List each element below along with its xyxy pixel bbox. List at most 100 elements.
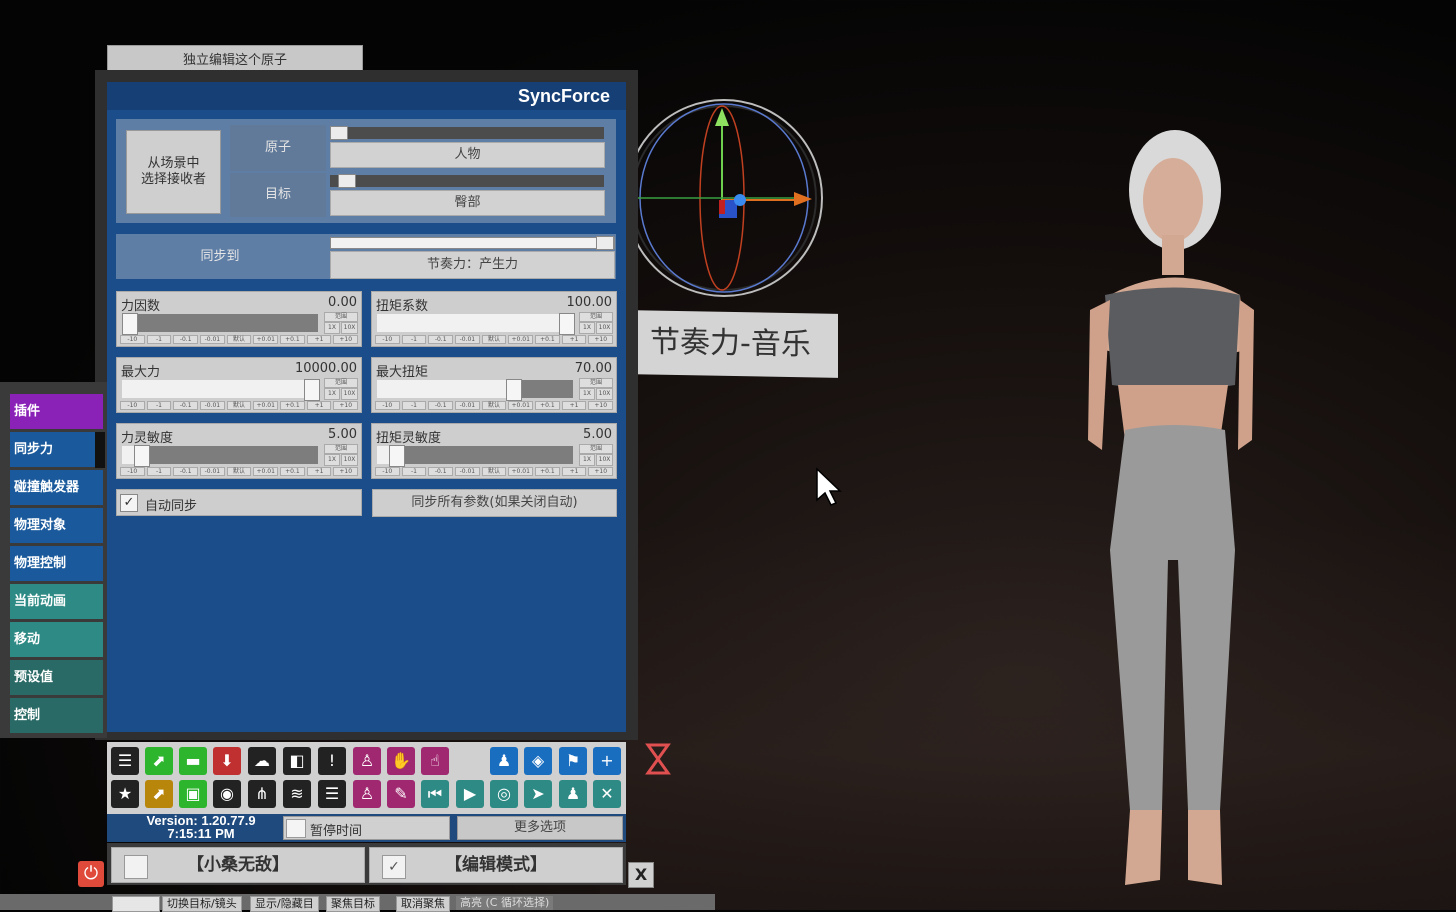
param-knob[interactable] [122, 313, 138, 335]
edit-mode-checkbox[interactable]: ✓ [382, 855, 406, 879]
sync-to-slider[interactable] [330, 236, 615, 250]
range-10x-button[interactable]: 10X [341, 388, 358, 400]
step-button[interactable]: -10 [375, 401, 400, 410]
sidebar-item-6[interactable]: 当前动画 [10, 584, 103, 619]
step-button[interactable]: -10 [375, 335, 400, 344]
step-button[interactable]: -0.01 [455, 401, 480, 410]
range-1x-button[interactable]: 1X [324, 388, 340, 400]
person-icon[interactable]: ♟ [490, 747, 518, 775]
target-icon[interactable]: ◎ [490, 780, 518, 808]
sidebar-item-1[interactable]: 插件 [10, 394, 103, 429]
step-button[interactable]: -0.01 [200, 335, 225, 344]
pause-time-toggle[interactable]: 暂停时间 [283, 816, 450, 840]
auto-sync-checkbox[interactable]: ✓ [120, 494, 138, 512]
param-track[interactable] [377, 445, 573, 467]
step-button[interactable]: -1 [146, 467, 172, 476]
range-1x-button[interactable]: 1X [579, 322, 595, 334]
param-track[interactable] [122, 445, 318, 467]
play-icon[interactable]: ▶ [456, 780, 484, 808]
step-button[interactable]: -0.1 [173, 401, 199, 410]
step-button[interactable]: +10 [588, 467, 614, 476]
step-button[interactable]: +0.1 [535, 335, 560, 344]
step-button[interactable]: -10 [120, 467, 145, 476]
sync-to-select[interactable]: 节奏力：产生力 [330, 251, 615, 279]
step-button[interactable]: -1 [401, 401, 427, 410]
god-mode-checkbox[interactable] [124, 855, 148, 879]
step-button[interactable]: -1 [146, 335, 172, 344]
add-folder-icon[interactable]: ▣ [179, 780, 207, 808]
step-button[interactable]: +0.1 [535, 467, 560, 476]
step-button[interactable]: +1 [306, 467, 332, 476]
skip-back-icon[interactable]: ⏮ [421, 780, 449, 808]
open-scene-icon[interactable]: ⬈ [145, 747, 173, 775]
step-button[interactable]: +0.01 [253, 401, 279, 410]
flag-icon[interactable]: ⚑ [559, 747, 587, 775]
atom-slider[interactable] [330, 126, 604, 140]
sidebar-item-5[interactable]: 物理控制 [10, 546, 103, 581]
power-icon[interactable]: ⏻ [78, 861, 104, 887]
step-button[interactable]: +1 [306, 401, 332, 410]
range-1x-button[interactable]: 1X [324, 322, 340, 334]
folder-icon[interactable]: ▬ [179, 747, 207, 775]
alert-icon[interactable]: ! [318, 747, 346, 775]
step-button[interactable]: +0.01 [253, 467, 279, 476]
sync-all-button[interactable]: 同步所有参数(如果关闭自动) [372, 489, 617, 517]
step-button[interactable]: 默认 [226, 401, 252, 410]
add-person-icon[interactable]: ♙ [353, 747, 381, 775]
step-button[interactable]: +0.01 [508, 335, 534, 344]
edit-mode-toggle[interactable]: ✓ 【编辑模式】 [369, 847, 623, 883]
auto-sync-toggle[interactable]: ✓ 自动同步 [116, 489, 362, 516]
tools-icon[interactable]: ✕ [593, 780, 621, 808]
param-knob[interactable] [388, 445, 405, 467]
remove-person-icon[interactable]: ♙ [353, 780, 381, 808]
param-knob[interactable] [506, 379, 523, 401]
range-1x-button[interactable]: 1X [324, 454, 340, 466]
step-button[interactable]: 默认 [226, 467, 252, 476]
sidebar-item-4[interactable]: 物理对象 [10, 508, 103, 543]
box-icon[interactable]: ◧ [283, 747, 311, 775]
plus-icon[interactable]: + [593, 747, 621, 775]
hand-icon[interactable]: ✋ [387, 747, 415, 775]
range-10x-button[interactable]: 10X [341, 454, 358, 466]
people-icon[interactable]: ♟ [559, 780, 587, 808]
range-10x-button[interactable]: 10X [596, 388, 613, 400]
step-button[interactable]: 默认 [481, 335, 507, 344]
target-slider[interactable] [330, 174, 604, 188]
layers-icon[interactable]: ≋ [283, 780, 311, 808]
range-1x-button[interactable]: 1X [579, 388, 595, 400]
step-button[interactable]: -0.01 [455, 335, 480, 344]
step-button[interactable]: +1 [561, 401, 587, 410]
pick-receiver-button[interactable]: 从场景中 选择接收者 [126, 130, 221, 214]
unity-icon[interactable]: ◈ [524, 747, 552, 775]
camera-icon[interactable]: ◉ [213, 780, 241, 808]
target-select[interactable]: 臀部 [330, 190, 605, 216]
step-button[interactable]: -0.01 [200, 467, 225, 476]
range-10x-button[interactable]: 10X [341, 322, 358, 334]
step-button[interactable]: -0.01 [455, 467, 480, 476]
atom-slider-knob[interactable] [330, 126, 348, 140]
step-button[interactable]: -0.1 [173, 467, 199, 476]
step-button[interactable]: +10 [588, 401, 614, 410]
sync-to-slider-knob[interactable] [596, 236, 614, 250]
step-button[interactable]: -1 [401, 467, 427, 476]
load-icon[interactable]: ⬈ [145, 780, 173, 808]
step-button[interactable]: +1 [561, 335, 587, 344]
param-track[interactable] [122, 379, 320, 401]
step-button[interactable]: -0.1 [428, 467, 454, 476]
pause-time-checkbox[interactable] [286, 819, 306, 838]
step-button[interactable]: +0.1 [280, 467, 305, 476]
param-knob[interactable] [133, 445, 150, 467]
param-track[interactable] [122, 313, 318, 335]
param-knob[interactable] [304, 379, 320, 401]
step-button[interactable]: -0.01 [200, 401, 225, 410]
step-button[interactable]: +0.01 [508, 401, 534, 410]
step-button[interactable]: -1 [146, 401, 172, 410]
god-mode-toggle[interactable]: 【小桑无敌】 [111, 847, 365, 883]
step-button[interactable]: -0.1 [428, 401, 454, 410]
step-button[interactable]: +10 [333, 467, 359, 476]
step-button[interactable]: +10 [333, 401, 359, 410]
step-button[interactable]: -0.1 [428, 335, 454, 344]
atom-select[interactable]: 人物 [330, 142, 605, 168]
step-button[interactable]: -0.1 [173, 335, 199, 344]
sidebar-item-3[interactable]: 碰撞触发器 [10, 470, 103, 505]
